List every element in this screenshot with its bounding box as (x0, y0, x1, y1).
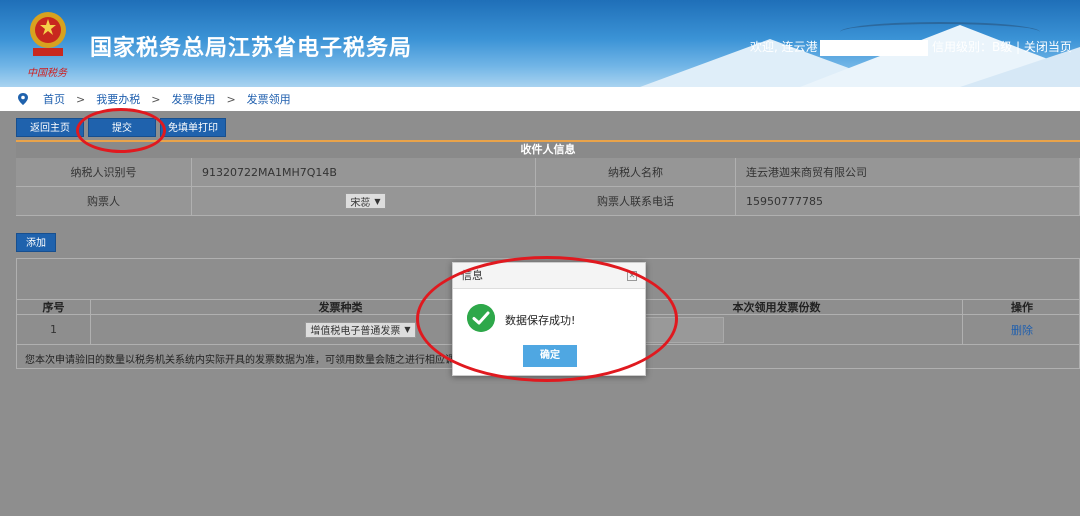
col-index-header: 序号 (17, 300, 91, 314)
taxpayer-name-value: 连云港迦来商贸有限公司 (736, 158, 1080, 186)
breadcrumb-separator: > (151, 92, 161, 106)
recipient-info-panel: 收件人信息 纳税人识别号 91320722MA1MH7Q14B 纳税人名称 连云… (16, 140, 1080, 216)
credit-level-text[interactable]: 信用级别：B级 | 关闭当页 (932, 38, 1072, 55)
add-button[interactable]: 添加 (16, 233, 56, 252)
col-action-header: 操作 (1011, 301, 1033, 314)
tax-emblem-icon (30, 12, 66, 56)
taxpayer-id-value: 91320722MA1MH7Q14B (192, 158, 536, 186)
row-index: 1 (17, 315, 91, 344)
welcome-prefix: 欢迎, 连云港 (750, 40, 818, 54)
grid-note: 您本次申请验旧的数量以税务机关系统内实际开具的发票数据为准，可领用数量会随之进行… (25, 355, 465, 366)
breadcrumb-tax-handling[interactable]: 我要办税 (96, 91, 140, 107)
breadcrumb-separator: > (226, 92, 236, 106)
location-pin-icon (18, 93, 28, 105)
action-cell: 删除 (963, 315, 1080, 344)
breadcrumb-invoice-collect[interactable]: 发票领用 (247, 91, 291, 107)
submit-annotation-circle (76, 108, 166, 153)
redacted-name (819, 39, 928, 56)
print-button[interactable]: 免填单打印 (160, 118, 226, 137)
breadcrumb: 首页 > 我要办税 > 发票使用 > 发票领用 (0, 87, 1080, 111)
buyer-phone-label: 购票人联系电话 (536, 187, 736, 215)
buyer-select-value: 宋蕊 (350, 197, 371, 209)
dropdown-arrow-icon: ▼ (374, 196, 381, 206)
info-row: 购票人 宋蕊 ▼ 购票人联系电话 15950777785 (16, 187, 1080, 216)
dialog-annotation-circle (416, 256, 678, 382)
invoice-type-select[interactable]: 增值税电子普通发票 ▼ (305, 321, 416, 338)
buyer-phone-value: 15950777785 (736, 187, 1080, 215)
dropdown-arrow-icon: ▼ (404, 325, 411, 334)
panel-title: 收件人信息 (16, 142, 1080, 158)
site-title: 国家税务总局江苏省电子税务局 (90, 35, 413, 60)
welcome-text: 欢迎, 连云港 (750, 38, 930, 56)
invoice-type-value: 增值税电子普通发票 (310, 326, 401, 337)
buyer-label: 购票人 (16, 187, 192, 215)
info-row: 纳税人识别号 91320722MA1MH7Q14B 纳税人名称 连云港迦来商贸有… (16, 158, 1080, 187)
taxpayer-id-label: 纳税人识别号 (16, 158, 192, 186)
breadcrumb-home[interactable]: 首页 (43, 91, 65, 107)
breadcrumb-invoice-use[interactable]: 发票使用 (171, 91, 215, 107)
home-button[interactable]: 返回主页 (16, 118, 84, 137)
site-header: 中国税务 国家税务总局江苏省电子税务局 欢迎, 连云港 信用级别：B级 | 关闭… (0, 0, 1080, 87)
emblem-caption: 中国税务 (27, 68, 67, 79)
taxpayer-name-label: 纳税人名称 (536, 158, 736, 186)
delete-link[interactable]: 删除 (1011, 322, 1033, 338)
breadcrumb-separator: > (76, 92, 86, 106)
buyer-select[interactable]: 宋蕊 ▼ (345, 193, 386, 209)
buyer-cell: 宋蕊 ▼ (192, 187, 536, 215)
